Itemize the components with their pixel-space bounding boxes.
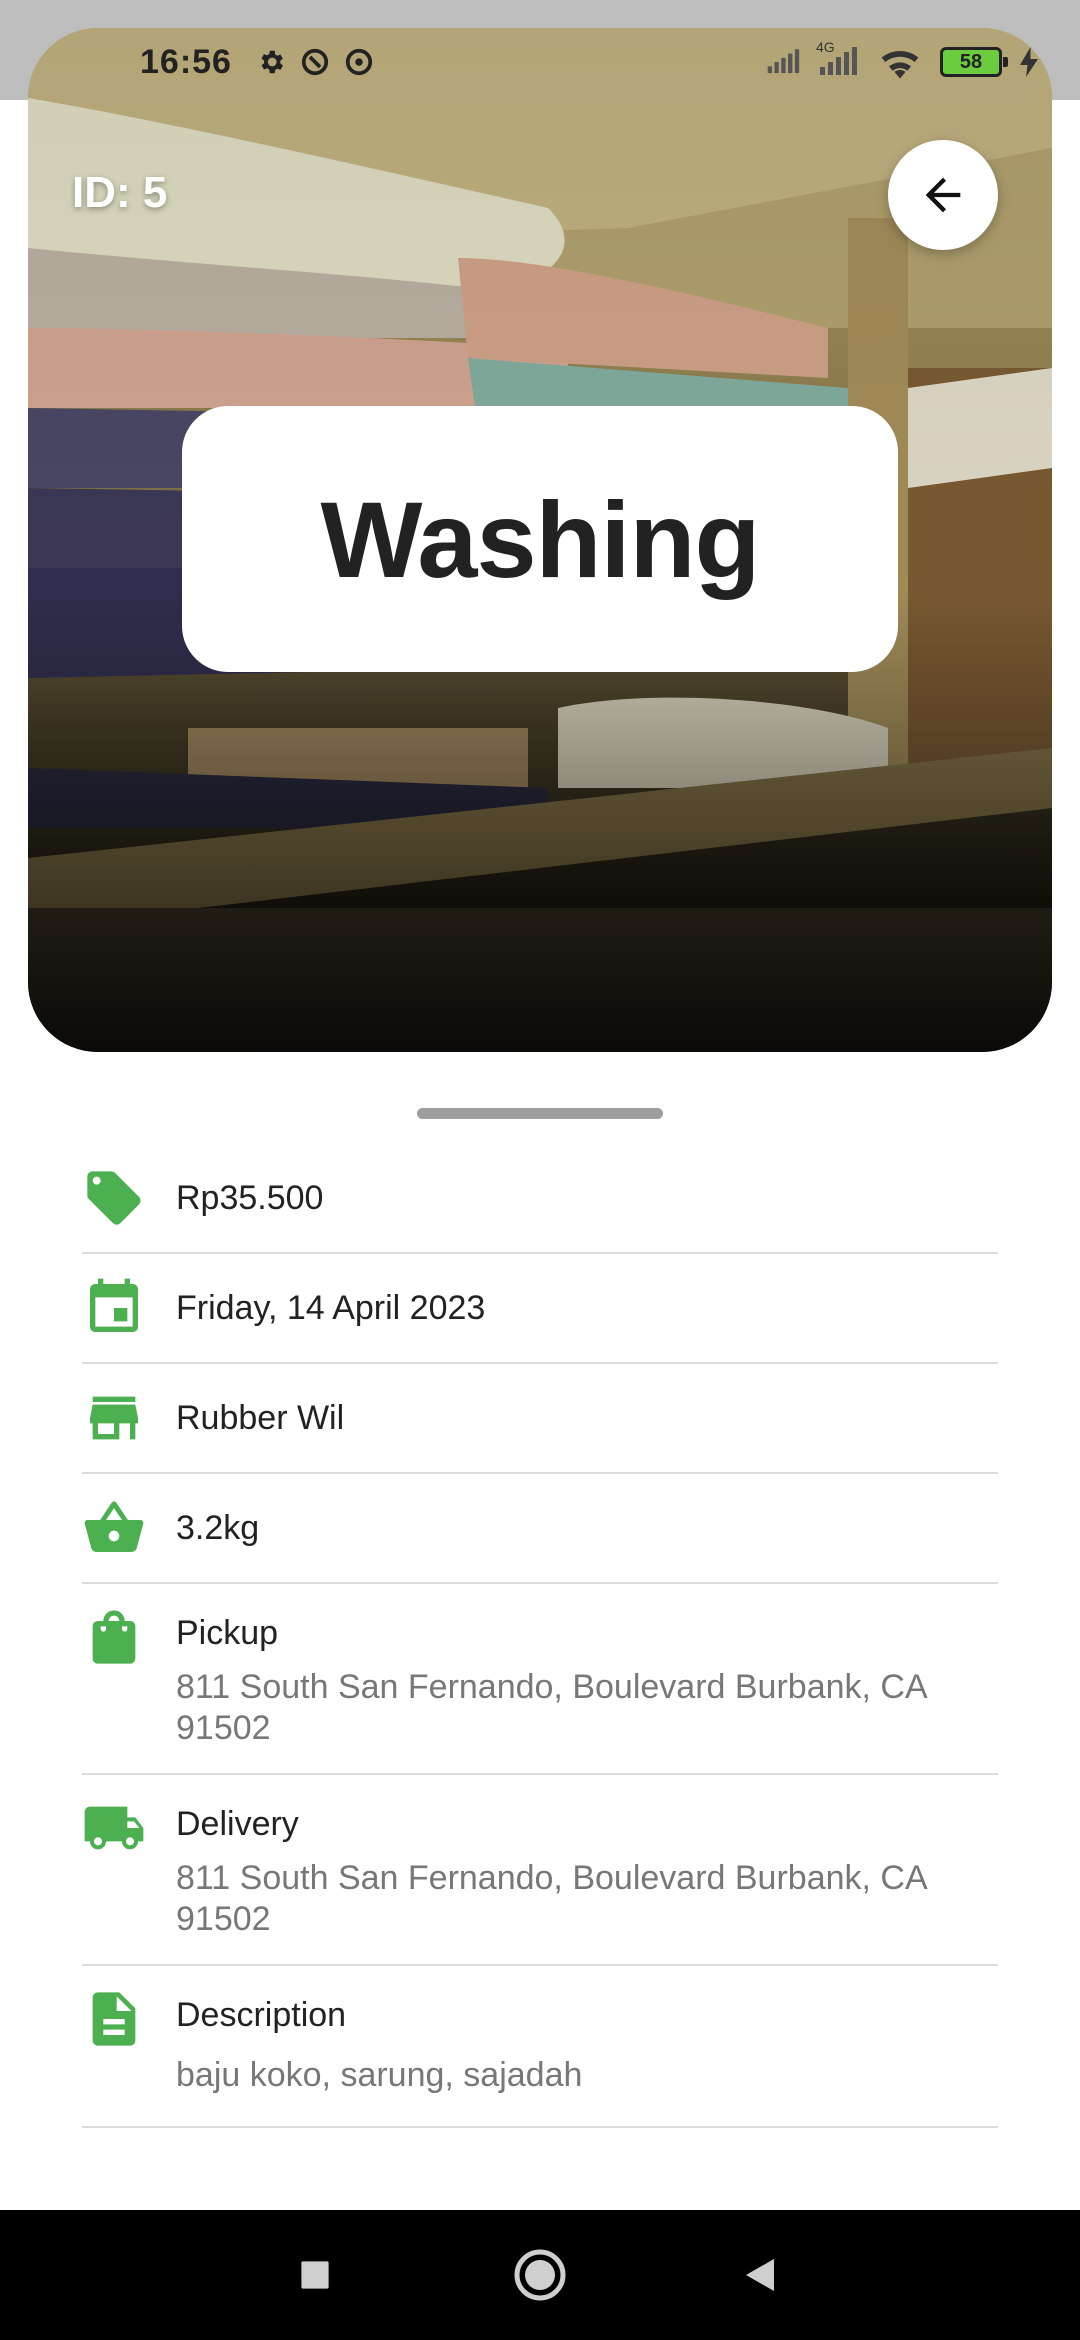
truck-icon	[82, 1805, 176, 1851]
store-name: Rubber Wil	[176, 1398, 345, 1437]
signal-icon	[766, 45, 800, 79]
status-time: 16:56	[140, 42, 232, 81]
calendar-icon	[82, 1253, 176, 1363]
delivery-address: 811 South San Fernando, Boulevard Burban…	[176, 1859, 926, 1938]
pickup-address: 811 South San Fernando, Boulevard Burban…	[176, 1668, 926, 1747]
back-button[interactable]	[888, 140, 998, 250]
description-text: baju koko, sarung, sajadah	[176, 2056, 583, 2094]
price-row: Rp35.500	[82, 1144, 998, 1254]
order-id-label: ID: 5	[72, 168, 168, 217]
pickup-row: Pickup 811 South San Fernando, Boulevard…	[82, 1584, 998, 1775]
weight-value: 3.2kg	[176, 1508, 260, 1547]
signal-4g-icon: 4G	[816, 39, 860, 79]
wifi-icon	[876, 45, 924, 79]
battery-icon: 58	[940, 47, 1008, 77]
service-title: Washing	[320, 478, 761, 600]
settings-gear-icon	[254, 45, 288, 79]
service-title-card: Washing	[182, 406, 898, 672]
order-details-list: Rp35.500 Friday, 14 April 2023 Rubber Wi…	[82, 1144, 998, 2128]
circle-home-icon	[514, 2249, 566, 2301]
hero-image-card: ID: 5 Washing	[28, 28, 1052, 1052]
back-nav-button[interactable]	[730, 2210, 790, 2340]
arrow-left-icon	[925, 177, 961, 213]
home-button[interactable]	[506, 2210, 574, 2340]
network-type-label: 4G	[816, 39, 835, 55]
tag-icon	[82, 1143, 176, 1253]
app-notification-icon	[298, 45, 332, 79]
store-row: Rubber Wil	[82, 1364, 998, 1474]
description-row: Description baju koko, sarung, sajadah	[82, 1966, 998, 2128]
sheet-drag-handle[interactable]	[417, 1108, 663, 1119]
date-value: Friday, 14 April 2023	[176, 1288, 486, 1327]
recent-apps-button[interactable]	[282, 2210, 348, 2340]
weight-row: 3.2kg	[82, 1474, 998, 1584]
app-notification-icon-2	[342, 45, 376, 79]
basket-icon	[82, 1473, 176, 1583]
shopping-bag-icon	[82, 1610, 176, 1664]
pickup-label: Pickup	[176, 1614, 279, 1652]
triangle-back-icon	[746, 2259, 774, 2291]
price-value: Rp35.500	[176, 1178, 324, 1217]
description-label: Description	[176, 1996, 347, 2034]
charging-bolt-icon	[1018, 45, 1040, 79]
store-icon	[82, 1363, 176, 1473]
document-icon	[82, 1992, 176, 2046]
date-row: Friday, 14 April 2023	[82, 1254, 998, 1364]
delivery-row: Delivery 811 South San Fernando, Bouleva…	[82, 1775, 998, 1966]
delivery-label: Delivery	[176, 1805, 299, 1843]
battery-level: 58	[959, 50, 983, 73]
status-bar-content: 16:56 4G 58	[0, 26, 1080, 98]
square-icon	[301, 2261, 329, 2289]
